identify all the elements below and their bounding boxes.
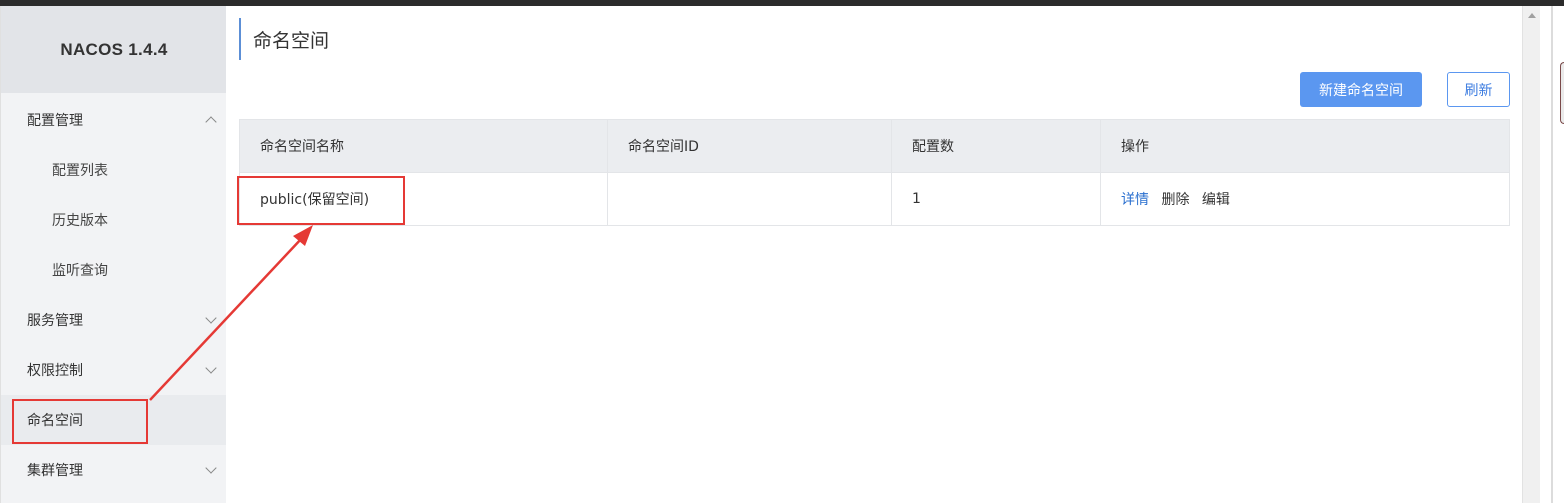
annotation-arrow-icon bbox=[149, 225, 313, 401]
